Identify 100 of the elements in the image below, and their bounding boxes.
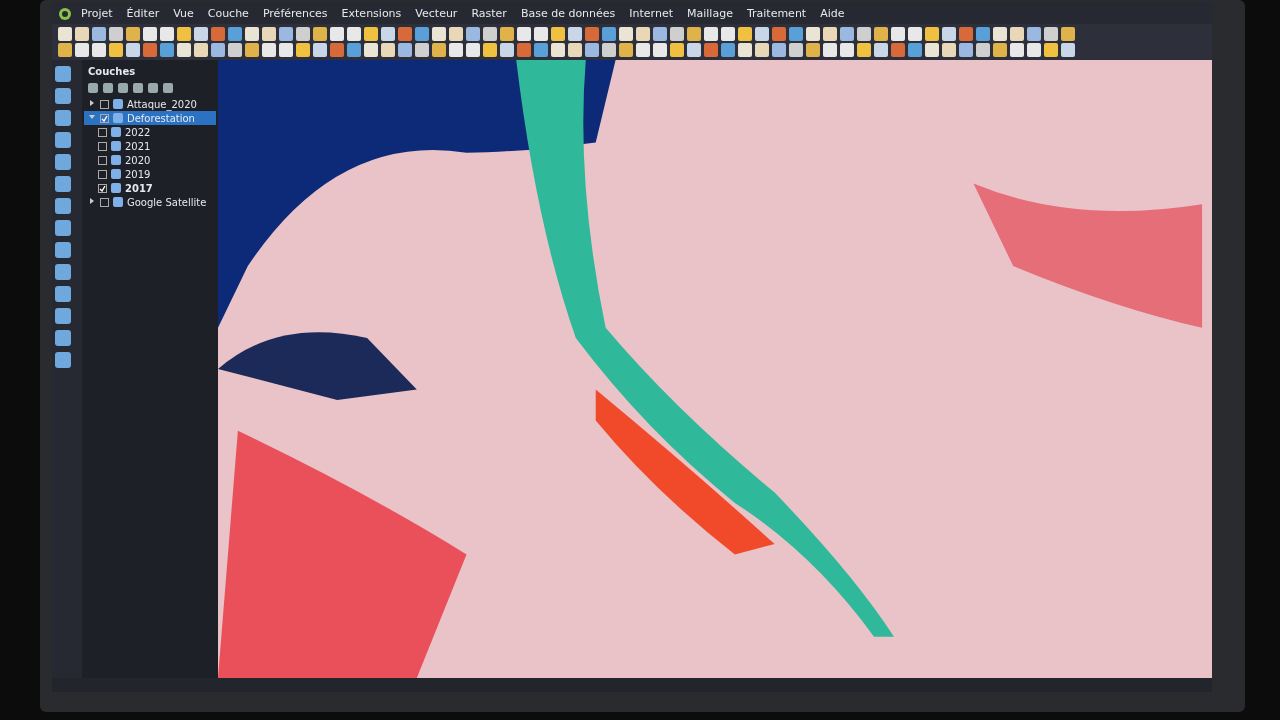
- toolbar-button[interactable]: [466, 27, 480, 41]
- toolbar-button[interactable]: [466, 43, 480, 57]
- toolbar-button[interactable]: [347, 27, 361, 41]
- toolbar-button[interactable]: [296, 27, 310, 41]
- toolbar-button[interactable]: [143, 43, 157, 57]
- layer-item[interactable]: 2019: [84, 167, 216, 181]
- toolbar-button[interactable]: [279, 27, 293, 41]
- toolbar-button[interactable]: [993, 27, 1007, 41]
- tool-button[interactable]: [55, 66, 71, 82]
- toolbar-button[interactable]: [670, 43, 684, 57]
- toolbar-button[interactable]: [245, 27, 259, 41]
- expand-icon[interactable]: [88, 197, 96, 207]
- toolbar-button[interactable]: [1044, 27, 1058, 41]
- menu-item[interactable]: Maillage: [682, 4, 738, 22]
- toolbar-button[interactable]: [976, 27, 990, 41]
- toolbar-button[interactable]: [330, 27, 344, 41]
- toolbar-button[interactable]: [755, 43, 769, 57]
- layer-item[interactable]: Deforestation: [84, 111, 216, 125]
- toolbar-button[interactable]: [925, 43, 939, 57]
- tool-button[interactable]: [55, 132, 71, 148]
- tool-button[interactable]: [55, 242, 71, 258]
- toolbar-button[interactable]: [823, 27, 837, 41]
- toolbar-button[interactable]: [1027, 43, 1041, 57]
- toolbar-button[interactable]: [381, 27, 395, 41]
- toolbar-button[interactable]: [602, 27, 616, 41]
- menu-item[interactable]: Couche: [202, 4, 254, 22]
- toolbar-button[interactable]: [823, 43, 837, 57]
- toolbar-button[interactable]: [279, 43, 293, 57]
- toolbar-button[interactable]: [857, 43, 871, 57]
- toolbar-button[interactable]: [976, 43, 990, 57]
- toolbar-button[interactable]: [806, 43, 820, 57]
- toolbar-button[interactable]: [738, 43, 752, 57]
- toolbar-button[interactable]: [313, 43, 327, 57]
- toolbar-button[interactable]: [619, 43, 633, 57]
- toolbar-button[interactable]: [551, 27, 565, 41]
- toolbar-button[interactable]: [449, 27, 463, 41]
- toolbar-button[interactable]: [653, 27, 667, 41]
- toolbar-button[interactable]: [874, 27, 888, 41]
- menu-item[interactable]: Préférences: [257, 4, 333, 22]
- layer-item[interactable]: 2021: [84, 139, 216, 153]
- layer-checkbox[interactable]: [98, 127, 107, 137]
- layer-checkbox[interactable]: [98, 169, 107, 179]
- menu-item[interactable]: Vecteur: [410, 4, 463, 22]
- toolbar-button[interactable]: [585, 27, 599, 41]
- toolbar-button[interactable]: [993, 43, 1007, 57]
- toolbar-button[interactable]: [58, 43, 72, 57]
- tool-button[interactable]: [55, 110, 71, 126]
- toolbar-button[interactable]: [432, 27, 446, 41]
- toolbar-button[interactable]: [313, 27, 327, 41]
- toolbar-button[interactable]: [891, 43, 905, 57]
- toolbar-button[interactable]: [1027, 27, 1041, 41]
- toolbar-button[interactable]: [908, 27, 922, 41]
- toolbar-button[interactable]: [364, 43, 378, 57]
- layer-item[interactable]: 2020: [84, 153, 216, 167]
- toolbar-button[interactable]: [483, 43, 497, 57]
- toolbar-button[interactable]: [670, 27, 684, 41]
- tool-button[interactable]: [55, 176, 71, 192]
- menu-item[interactable]: Base de données: [515, 4, 621, 22]
- layer-item[interactable]: Attaque_2020: [84, 97, 216, 111]
- toolbar-button[interactable]: [415, 27, 429, 41]
- toolbar-button[interactable]: [891, 27, 905, 41]
- layer-item[interactable]: 2022: [84, 125, 216, 139]
- toolbar-button[interactable]: [194, 43, 208, 57]
- toolbar-button[interactable]: [126, 27, 140, 41]
- toolbar-button[interactable]: [160, 27, 174, 41]
- toolbar-button[interactable]: [211, 43, 225, 57]
- toolbar-button[interactable]: [721, 27, 735, 41]
- toolbar-button[interactable]: [432, 43, 446, 57]
- toolbar-button[interactable]: [483, 27, 497, 41]
- toolbar-button[interactable]: [228, 27, 242, 41]
- toolbar-button[interactable]: [1044, 43, 1058, 57]
- toolbar-button[interactable]: [398, 27, 412, 41]
- toolbar-button[interactable]: [551, 43, 565, 57]
- toolbar-button[interactable]: [925, 27, 939, 41]
- toolbar-button[interactable]: [789, 43, 803, 57]
- toolbar-button[interactable]: [874, 43, 888, 57]
- toolbar-button[interactable]: [517, 27, 531, 41]
- toolbar-button[interactable]: [806, 27, 820, 41]
- tool-button[interactable]: [55, 154, 71, 170]
- toolbar-button[interactable]: [75, 27, 89, 41]
- toolbar-button[interactable]: [959, 27, 973, 41]
- menu-item[interactable]: Projet: [76, 4, 118, 22]
- toolbar-button[interactable]: [245, 43, 259, 57]
- toolbar-button[interactable]: [908, 43, 922, 57]
- toolbar-button[interactable]: [75, 43, 89, 57]
- menu-item[interactable]: Vue: [168, 4, 199, 22]
- toolbar-button[interactable]: [721, 43, 735, 57]
- toolbar-button[interactable]: [381, 43, 395, 57]
- toolbar-button[interactable]: [364, 27, 378, 41]
- toolbar-button[interactable]: [687, 27, 701, 41]
- tool-button[interactable]: [55, 308, 71, 324]
- toolbar-button[interactable]: [1010, 27, 1024, 41]
- tool-button[interactable]: [55, 352, 71, 368]
- toolbar-button[interactable]: [704, 43, 718, 57]
- toolbar-button[interactable]: [517, 43, 531, 57]
- toolbar-button[interactable]: [534, 27, 548, 41]
- tool-button[interactable]: [55, 220, 71, 236]
- toolbar-button[interactable]: [534, 43, 548, 57]
- toolbar-button[interactable]: [211, 27, 225, 41]
- toolbar-button[interactable]: [500, 43, 514, 57]
